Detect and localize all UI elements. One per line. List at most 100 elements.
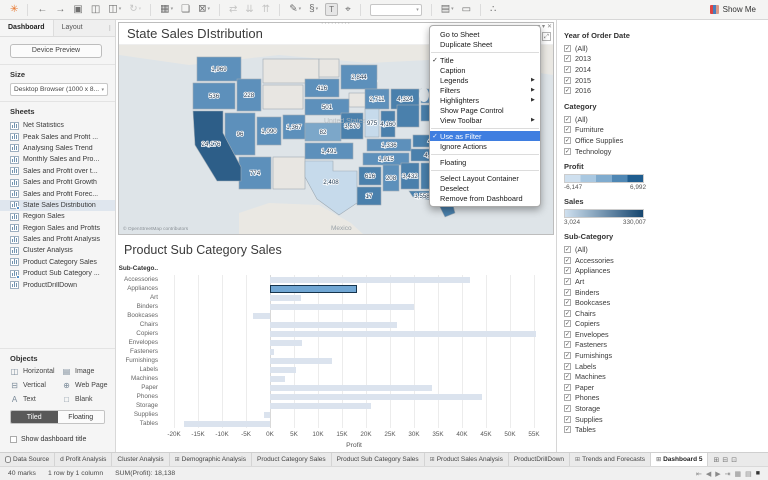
sales-color-legend[interactable] <box>564 209 644 218</box>
checkbox-checked-icon[interactable]: ✓ <box>564 320 571 327</box>
sheet-sorter-button[interactable]: ▦ <box>735 470 742 478</box>
checkbox-checked-icon[interactable]: ✓ <box>564 137 571 144</box>
subcategory-filter-option-art[interactable]: ✓Art <box>564 276 768 287</box>
bar-furnishings[interactable] <box>270 358 332 364</box>
show-dashboard-title-row[interactable]: Show dashboard title <box>10 436 86 443</box>
checkbox-checked-icon[interactable]: ✓ <box>564 66 571 73</box>
checkbox-checked-icon[interactable]: ✓ <box>564 278 571 285</box>
sheet-item-analysing-sales-trend[interactable]: Analysing Sales Trend <box>0 143 115 154</box>
subcategory-filter-option-all[interactable]: ✓(All) <box>564 244 768 255</box>
bar-appliances-selected[interactable] <box>270 285 357 293</box>
checkbox-checked-icon[interactable]: ✓ <box>564 126 571 133</box>
menu-item-deselect[interactable]: Deselect <box>430 183 540 193</box>
sheet-item-region-sales[interactable]: Region Sales <box>0 211 115 222</box>
checkbox-checked-icon[interactable]: ✓ <box>564 116 571 123</box>
sheet-tab-d-profit-analysis[interactable]: d Profit Analysis <box>55 453 112 466</box>
next-sheet-button[interactable]: ▶ <box>715 470 720 478</box>
checkbox-checked-icon[interactable]: ✓ <box>564 87 571 94</box>
tableau-logo-icon[interactable]: ✳ <box>6 1 22 19</box>
checkbox-checked-icon[interactable]: ✓ <box>564 257 571 264</box>
menu-item-select-layout-container[interactable]: Select Layout Container <box>430 173 540 183</box>
bar-copiers[interactable] <box>270 331 536 337</box>
checkbox-checked-icon[interactable]: ✓ <box>564 352 571 359</box>
subcategory-filter-option-copiers[interactable]: ✓Copiers <box>564 319 768 330</box>
sheet-item-sales-and-profit-analysis[interactable]: Sales and Profit Analysis <box>0 234 115 245</box>
fit-selector[interactable]: ▾ <box>370 4 422 16</box>
map-state-ND[interactable] <box>319 59 339 77</box>
previous-sheet-button[interactable]: ◀ <box>706 470 711 478</box>
sheet-tab-data-source[interactable]: Data Source <box>0 453 55 466</box>
subcategory-filter-option-accessories[interactable]: ✓Accessories <box>564 255 768 266</box>
checkbox-checked-icon[interactable]: ✓ <box>564 45 571 52</box>
checkbox-checked-icon[interactable]: ✓ <box>564 405 571 412</box>
checkbox-checked-icon[interactable]: ✓ <box>564 394 571 401</box>
bar-tables[interactable] <box>184 421 270 427</box>
filmstrip-button[interactable]: ▤ <box>745 470 752 478</box>
profit-color-legend[interactable] <box>564 174 644 183</box>
object-vertical[interactable]: ⊟Vertical <box>10 381 62 390</box>
menu-item-floating[interactable]: Floating <box>430 157 540 167</box>
checkbox-checked-icon[interactable]: ✓ <box>564 289 571 296</box>
checkbox-checked-icon[interactable]: ✓ <box>564 148 571 155</box>
menu-item-ignore-actions[interactable]: Ignore Actions <box>430 141 540 151</box>
show-tabs-button[interactable]: ■ <box>756 470 760 478</box>
sheet-item-cluster-analysis[interactable]: Cluster Analysis <box>0 245 115 256</box>
menu-item-title[interactable]: ✓Title <box>430 55 540 65</box>
subcategory-filter-option-appliances[interactable]: ✓Appliances <box>564 266 768 277</box>
new-dashboard-tab-button[interactable]: ⊟ <box>722 456 728 464</box>
subcategory-filter-option-supplies[interactable]: ✓Supplies <box>564 414 768 425</box>
floating-button[interactable]: Floating <box>58 411 105 423</box>
zone-options-icon[interactable]: ▾ <box>542 23 545 31</box>
menu-item-legends[interactable]: Legends▶ <box>430 75 540 85</box>
bar-labels[interactable] <box>270 367 296 373</box>
bar-paper[interactable] <box>270 385 432 391</box>
map-state-WY[interactable] <box>263 85 303 109</box>
tab-dashboard[interactable]: Dashboard <box>0 20 54 36</box>
category-filter-option-office-supplies[interactable]: ✓Office Supplies <box>564 135 768 146</box>
sheet-tab-cluster-analysis[interactable]: Cluster Analysis <box>112 453 169 466</box>
add-datasource-icon[interactable]: ◫ <box>87 1 104 19</box>
subcategory-filter-option-storage[interactable]: ✓Storage <box>564 403 768 414</box>
object-horizontal[interactable]: ◫Horizontal <box>10 367 62 376</box>
bar-storage[interactable] <box>270 403 371 409</box>
last-sheet-button[interactable]: ⇥ <box>725 470 731 478</box>
zone-close-icon[interactable]: ✕ <box>547 23 552 31</box>
group-members-icon[interactable]: §▾ <box>305 0 322 19</box>
size-select[interactable]: Desktop Browser (1000 x 8... ▾ <box>10 83 108 96</box>
year-filter-option-2015[interactable]: ✓2015 <box>564 75 768 86</box>
menu-item-view-toolbar[interactable]: View Toolbar▶ <box>430 115 540 125</box>
pane-menu-icon[interactable]: ⁝ <box>104 24 115 33</box>
sheet-tab-product-category-sales[interactable]: Product Category Sales <box>252 453 332 466</box>
year-filter-option-2014[interactable]: ✓2014 <box>564 64 768 75</box>
duplicate-sheet-icon[interactable]: ❏ <box>177 1 194 19</box>
highlight-icon[interactable]: ✎▾ <box>285 0 305 19</box>
sort-ascending-icon[interactable]: ⇊ <box>241 1 257 19</box>
bar-phones[interactable] <box>270 394 482 400</box>
category-filter-option-furniture[interactable]: ✓Furniture <box>564 125 768 136</box>
pause-auto-updates-icon[interactable]: ◫▾ <box>104 0 125 19</box>
sheet-item-monthly-sales-and-pro[interactable]: Monthly Sales and Pro... <box>0 154 115 165</box>
bar-fasteners[interactable] <box>270 349 274 355</box>
checkbox-checked-icon[interactable]: ✓ <box>564 267 571 274</box>
checkbox-checked-icon[interactable]: ✓ <box>564 363 571 370</box>
map-state-OH[interactable] <box>397 105 419 127</box>
fix-axes-icon[interactable]: ⌖ <box>341 1 355 19</box>
subcategory-filter-option-chairs[interactable]: ✓Chairs <box>564 308 768 319</box>
object-blank[interactable]: □Blank <box>62 395 114 404</box>
year-filter-option-all[interactable]: ✓(All) <box>564 43 768 54</box>
checkbox-checked-icon[interactable]: ✓ <box>564 310 571 317</box>
bar-binders[interactable] <box>270 304 414 310</box>
sheet-item-product-category-sales[interactable]: Product Category Sales <box>0 257 115 268</box>
checkbox-checked-icon[interactable]: ✓ <box>564 299 571 306</box>
subcategory-filter-option-furnishings[interactable]: ✓Furnishings <box>564 350 768 361</box>
sheet-item-region-sales-and-profits[interactable]: Region Sales and Profits <box>0 223 115 234</box>
subcategory-filter-option-binders[interactable]: ✓Binders <box>564 287 768 298</box>
sort-descending-icon[interactable]: ⇈ <box>258 1 274 19</box>
presentation-mode-icon[interactable]: ▭ <box>458 1 475 19</box>
bar-machines[interactable] <box>270 376 285 382</box>
checkbox-checked-icon[interactable]: ✓ <box>564 331 571 338</box>
share-icon[interactable]: ∴ <box>486 1 500 19</box>
show-me-button[interactable]: Show Me <box>704 3 762 16</box>
new-worksheet-tab-button[interactable]: ⊞ <box>713 456 719 464</box>
menu-item-caption[interactable]: Caption <box>430 65 540 75</box>
